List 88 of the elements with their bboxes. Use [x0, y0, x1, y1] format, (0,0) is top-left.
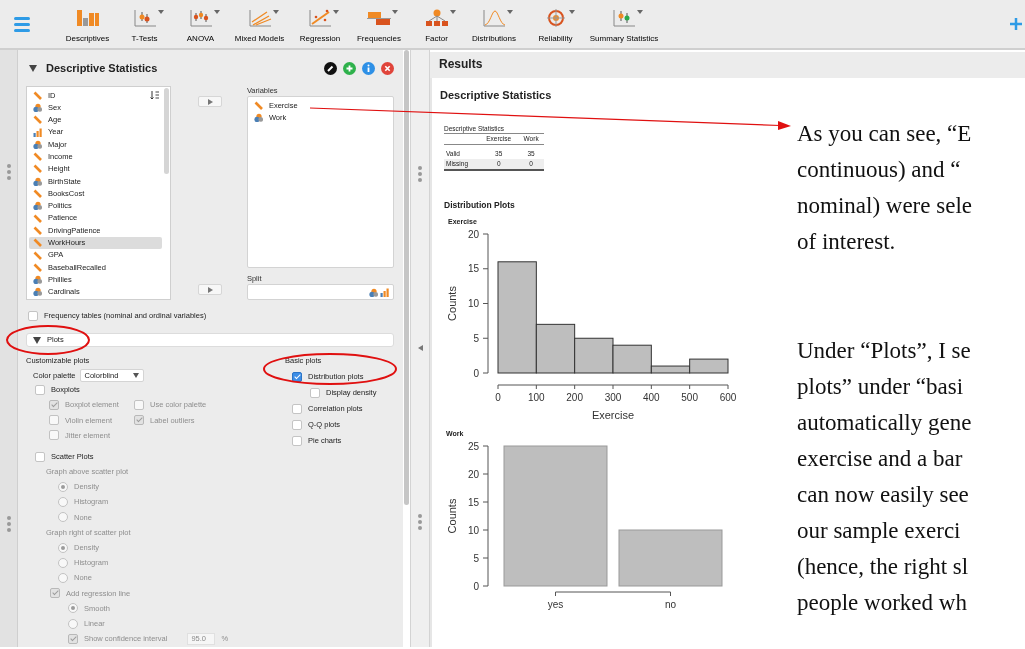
- arrow-icon: [207, 98, 213, 105]
- ruler-icon: [33, 90, 42, 100]
- sort-icon[interactable]: [150, 90, 161, 100]
- ruler-icon: [33, 189, 42, 198]
- checkbox[interactable]: [292, 420, 302, 430]
- tick-label: 400: [643, 392, 660, 403]
- toolbar-button[interactable]: ANOVA: [172, 0, 229, 46]
- tick-label: 10: [467, 524, 479, 536]
- circles-icon: [369, 287, 378, 297]
- tick-label: 500: [681, 392, 698, 403]
- tick-label: 20: [467, 468, 479, 480]
- error-bar-icon: [187, 8, 214, 28]
- toolbar-button[interactable]: Frequencies: [350, 0, 408, 46]
- collapse-icon[interactable]: [33, 336, 41, 344]
- checkbox[interactable]: [310, 388, 320, 398]
- annotation-text: Under “Plots”, I se plots” under “basi automatically gene exercise and a bar can now easily see our sample exerci (hence, the right sl people worked wh: [797, 337, 972, 617]
- close-icon[interactable]: [381, 61, 394, 75]
- bar-chart-icon: [33, 127, 42, 137]
- circles-icon: [33, 275, 42, 285]
- scatter-icon: [246, 8, 273, 28]
- tick-label: 5: [473, 332, 479, 344]
- move-button[interactable]: [198, 96, 223, 107]
- panel-title: Descriptive Statistics: [46, 60, 158, 76]
- circles-icon: [33, 102, 42, 112]
- arrow-icon: [207, 286, 213, 293]
- histogram-bar: [574, 337, 614, 374]
- tick-label: 25: [467, 440, 479, 452]
- tick-label: no: [664, 599, 677, 610]
- toolbar-button[interactable]: Descriptives: [58, 0, 117, 46]
- tick-label: 5: [473, 552, 479, 564]
- tick-label: 10: [467, 298, 479, 309]
- info-icon[interactable]: [362, 61, 375, 75]
- edit-icon[interactable]: [324, 61, 337, 75]
- section-title: Descriptive Statistics: [440, 88, 552, 101]
- toolbar-button[interactable]: Reliability: [523, 0, 588, 46]
- caret-icon: [132, 372, 139, 378]
- checkbox[interactable]: [292, 404, 302, 414]
- panel-title: Results: [430, 52, 1025, 78]
- axis-title: Counts: [446, 498, 458, 534]
- toolbar-button[interactable]: Distributions: [465, 0, 523, 46]
- tick-label: 15: [467, 496, 479, 508]
- toolbar-button[interactable]: T-Tests: [117, 0, 172, 46]
- collapse-icon[interactable]: [29, 64, 37, 72]
- error-bar-icon: [611, 8, 637, 28]
- tick-label: 20: [467, 228, 479, 240]
- ruler-icon: [33, 115, 42, 125]
- checkbox[interactable]: [35, 384, 45, 395]
- curve-icon: [481, 8, 507, 28]
- menu-icon[interactable]: [14, 17, 30, 32]
- annotation-text: As you can see, “E continuous) and “ nominal) were sele of interest.: [797, 120, 972, 256]
- tick-label: 0: [495, 392, 501, 403]
- tick-label: 200: [566, 392, 583, 403]
- plus-icon[interactable]: [1010, 18, 1022, 30]
- move-button[interactable]: [198, 284, 223, 295]
- tick-label: 15: [467, 263, 479, 275]
- axis-title: Counts: [446, 286, 458, 321]
- toolbar-button[interactable]: Mixed Models: [229, 0, 290, 46]
- toolbar-button[interactable]: Regression: [290, 0, 350, 46]
- drag-handle-icon[interactable]: [418, 166, 422, 182]
- tree-icon: [423, 8, 450, 28]
- bar-chart-icon: [74, 8, 101, 28]
- checkbox[interactable]: [292, 372, 302, 382]
- checkbox[interactable]: [292, 436, 302, 446]
- tick-label: 0: [473, 367, 479, 379]
- toolbar-button[interactable]: Summary Statistics: [588, 0, 660, 46]
- checkbox[interactable]: [35, 451, 45, 462]
- drag-handle-icon[interactable]: [418, 514, 422, 530]
- error-bar-icon: [131, 8, 158, 28]
- section-title: Distribution Plots: [444, 199, 515, 210]
- bar-chart-icon: [380, 287, 389, 297]
- toolbar-button[interactable]: Factor: [408, 0, 465, 46]
- circles-icon: [253, 112, 263, 122]
- add-icon[interactable]: [343, 61, 356, 75]
- tick-label: 600: [719, 392, 737, 403]
- tick-label: yes: [547, 599, 564, 610]
- ruler-icon: [253, 100, 263, 110]
- drag-handle-icon[interactable]: [6, 516, 11, 532]
- axis-title: Exercise: [591, 409, 635, 421]
- circles-icon: [33, 287, 42, 297]
- circles-icon: [33, 176, 42, 186]
- scatter-icon: [307, 8, 333, 28]
- tick-label: 300: [604, 392, 622, 403]
- circles-icon: [33, 201, 42, 211]
- tick-label: 100: [528, 392, 545, 403]
- tick-label: 0: [473, 580, 479, 592]
- drag-handle-icon[interactable]: [6, 164, 11, 180]
- circles-icon: [33, 139, 42, 149]
- checkbox[interactable]: [28, 311, 38, 321]
